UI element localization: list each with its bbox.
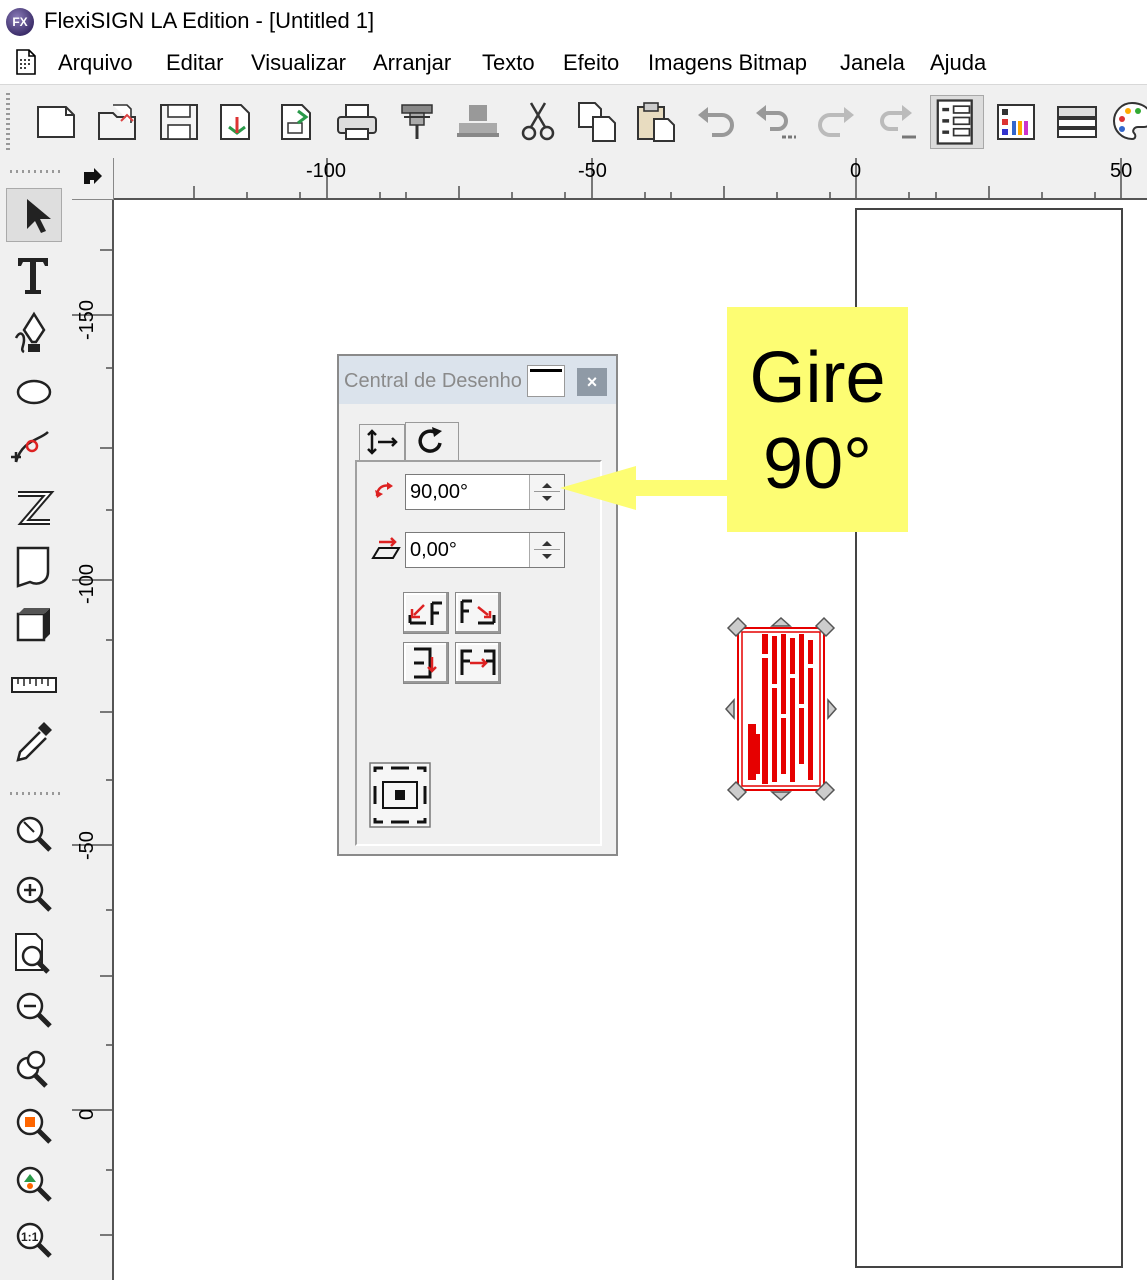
cut-icon[interactable]	[515, 99, 561, 145]
callout-line-2: 90°	[763, 424, 872, 504]
ruler-measure-icon[interactable]	[6, 658, 62, 712]
palette-icon[interactable]	[1110, 99, 1147, 145]
dialog-title: Central de Desenho	[344, 370, 522, 392]
zoom-selection-icon[interactable]	[6, 1100, 62, 1154]
selected-object[interactable]	[724, 614, 838, 804]
distort-icon[interactable]	[6, 482, 62, 536]
select-arrow-icon[interactable]	[6, 188, 62, 242]
dialog-maximize-button[interactable]	[527, 365, 565, 397]
plotter-icon[interactable]	[455, 99, 501, 145]
rotation-angle-value: 90,00°	[410, 481, 469, 503]
menu-texto[interactable]: Texto	[482, 50, 535, 76]
page-curl-icon[interactable]	[6, 540, 62, 594]
zoom-out-icon[interactable]	[6, 984, 62, 1038]
rotate-cw-button[interactable]	[455, 592, 501, 634]
menu-arquivo[interactable]: Arquivo	[58, 50, 133, 76]
zoom-in-icon[interactable]	[6, 868, 62, 922]
menu-janela[interactable]: Janela	[840, 50, 905, 76]
slant-angle-value: 0,00°	[410, 539, 457, 561]
menu-bar: Arquivo Editar Visualizar Arranjar Texto…	[0, 44, 1147, 84]
horizontal-ruler[interactable]: -100 -50 0 50	[114, 158, 1147, 200]
document-menu-icon[interactable]	[14, 48, 38, 76]
hruler-label: -100	[306, 160, 347, 182]
mirror-horizontal-button[interactable]	[455, 642, 501, 684]
rotation-angle-icon	[375, 482, 393, 498]
tools-grip[interactable]	[10, 170, 62, 173]
hruler-label: 50	[1110, 160, 1133, 182]
slant-spinner[interactable]	[529, 533, 564, 567]
open-file-icon[interactable]	[95, 99, 141, 145]
save-icon[interactable]	[156, 99, 202, 145]
zoom-custom-icon[interactable]	[6, 808, 62, 862]
rotate-ccw-button[interactable]	[403, 592, 449, 634]
svg-text:1:1: 1:1	[21, 1230, 39, 1244]
pen-tool-icon[interactable]	[6, 308, 62, 362]
menu-arranjar[interactable]: Arranjar	[373, 50, 451, 76]
callout-text: Gire 90°	[727, 335, 908, 507]
zoom-previous-icon[interactable]	[6, 1158, 62, 1212]
zoom-page-icon[interactable]	[6, 928, 62, 982]
vruler-label: -50	[76, 831, 98, 860]
main-toolbar	[0, 84, 1147, 160]
reference-point-selector[interactable]	[369, 762, 431, 828]
menu-ajuda[interactable]: Ajuda	[930, 50, 986, 76]
color-palette-list-icon[interactable]	[994, 99, 1040, 145]
toolbar-grip[interactable]	[6, 93, 10, 151]
copy-icon[interactable]	[575, 99, 621, 145]
hruler-label: -50	[578, 160, 607, 182]
tab-move[interactable]	[359, 424, 405, 460]
export-icon[interactable]	[276, 99, 322, 145]
slant-angle-icon	[371, 537, 401, 559]
print-icon[interactable]	[334, 99, 380, 145]
import-icon[interactable]	[215, 99, 261, 145]
coordinates-icon[interactable]	[930, 95, 984, 149]
rotate-panel: 90,00° 0,00°	[355, 460, 602, 846]
hruler-label: 0	[850, 160, 862, 182]
3d-box-icon[interactable]	[6, 598, 62, 652]
title-bar: FX FlexiSIGN LA Edition - [Untitled 1]	[0, 0, 1147, 44]
drawing-central-dialog: Central de Desenho × 90,00° 0,00°	[337, 354, 618, 856]
slant-angle-input[interactable]: 0,00°	[405, 532, 565, 568]
eyedropper-icon[interactable]	[6, 714, 62, 768]
rotation-angle-input[interactable]: 90,00°	[405, 474, 565, 510]
menu-editar[interactable]: Editar	[166, 50, 223, 76]
node-edit-icon[interactable]	[6, 422, 62, 476]
dialog-close-button[interactable]: ×	[577, 368, 607, 396]
paste-icon[interactable]	[634, 99, 680, 145]
callout-line-1: Gire	[749, 338, 886, 418]
layers-icon[interactable]	[1054, 99, 1100, 145]
redo-icon[interactable]	[812, 99, 858, 145]
undo-list-icon[interactable]	[752, 99, 798, 145]
zoom-all-icon[interactable]	[6, 1042, 62, 1096]
new-document-icon[interactable]	[34, 99, 80, 145]
callout-arrow	[560, 462, 730, 514]
ruler-origin-corner[interactable]	[72, 158, 114, 200]
menu-imagens-bitmap[interactable]: Imagens Bitmap	[648, 50, 807, 76]
window-title: FlexiSIGN LA Edition - [Untitled 1]	[44, 8, 375, 33]
callout-box: Gire 90°	[727, 307, 908, 532]
vruler-label: 0	[76, 1108, 98, 1120]
zoom-tools-grip[interactable]	[10, 792, 62, 795]
mirror-vertical-button[interactable]	[403, 642, 449, 684]
app-logo-icon: FX	[6, 8, 34, 36]
menu-efeito[interactable]: Efeito	[563, 50, 619, 76]
vruler-label: -150	[76, 299, 98, 340]
vruler-label: -100	[76, 563, 98, 604]
menu-visualizar[interactable]: Visualizar	[251, 50, 346, 76]
redo-list-icon[interactable]	[872, 99, 918, 145]
rotation-spinner[interactable]	[529, 475, 564, 509]
dialog-titlebar[interactable]: Central de Desenho ×	[339, 356, 616, 404]
undo-icon[interactable]	[694, 99, 740, 145]
tools-column: 1:1	[0, 158, 73, 1280]
zoom-1to1-icon[interactable]: 1:1	[6, 1214, 62, 1268]
tab-rotate[interactable]	[405, 422, 459, 462]
vertical-ruler[interactable]: -150 -100 -50 0	[72, 200, 114, 1280]
cutter-icon[interactable]	[394, 99, 440, 145]
ellipse-tool-icon[interactable]	[6, 364, 62, 418]
text-tool-icon[interactable]	[6, 248, 62, 302]
